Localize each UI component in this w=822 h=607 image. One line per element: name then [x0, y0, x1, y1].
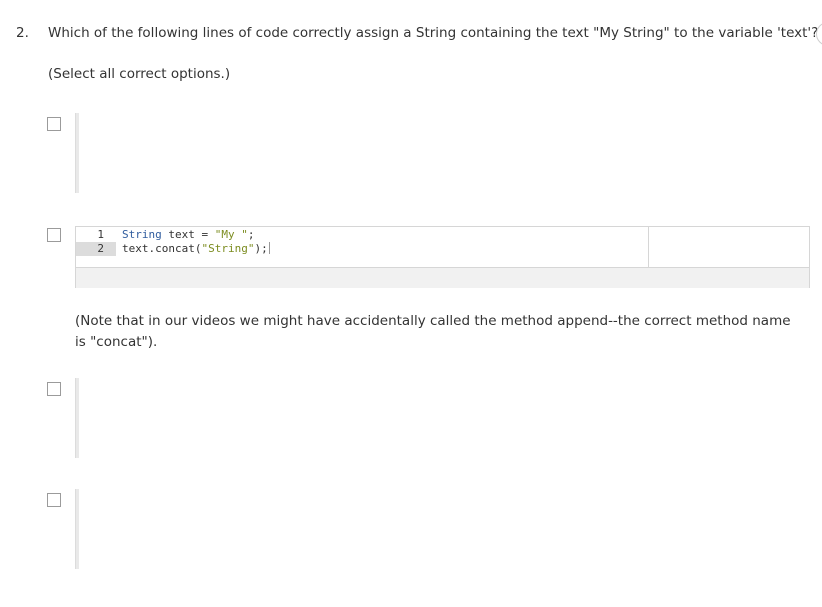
question-instruction: (Select all correct options.): [48, 66, 231, 82]
option-2-code-editor[interactable]: 1 String text = "My "; 2 text.concat("St…: [75, 226, 810, 288]
code-text-line-2: text.concat("String");: [122, 242, 270, 255]
line-number-2: 2: [76, 242, 116, 256]
code-text-line-1: String text = "My ";: [122, 228, 255, 241]
quiz-question-page: 2. Which of the following lines of code …: [0, 0, 822, 607]
question-text: Which of the following lines of code cor…: [48, 25, 819, 41]
line-number-1: 1: [97, 228, 104, 241]
code-line-1: 1 String text = "My ";: [76, 228, 649, 242]
code-editor-footer: [76, 267, 809, 288]
text-cursor: [268, 242, 270, 254]
code-lines-area[interactable]: 1 String text = "My "; 2 text.concat("St…: [76, 227, 649, 267]
option-4-checkbox[interactable]: [47, 493, 61, 507]
option-1-code-editor[interactable]: [75, 113, 79, 193]
option-3-code-editor[interactable]: [75, 378, 79, 458]
option-2-note: (Note that in our videos we might have a…: [75, 313, 791, 350]
option-1-checkbox[interactable]: [47, 117, 61, 131]
option-4-code-editor[interactable]: [75, 489, 79, 569]
option-3-checkbox[interactable]: [47, 382, 61, 396]
code-line-2: 2 text.concat("String");: [76, 242, 649, 256]
question-number: 2.: [16, 25, 29, 41]
option-2-checkbox[interactable]: [47, 228, 61, 242]
